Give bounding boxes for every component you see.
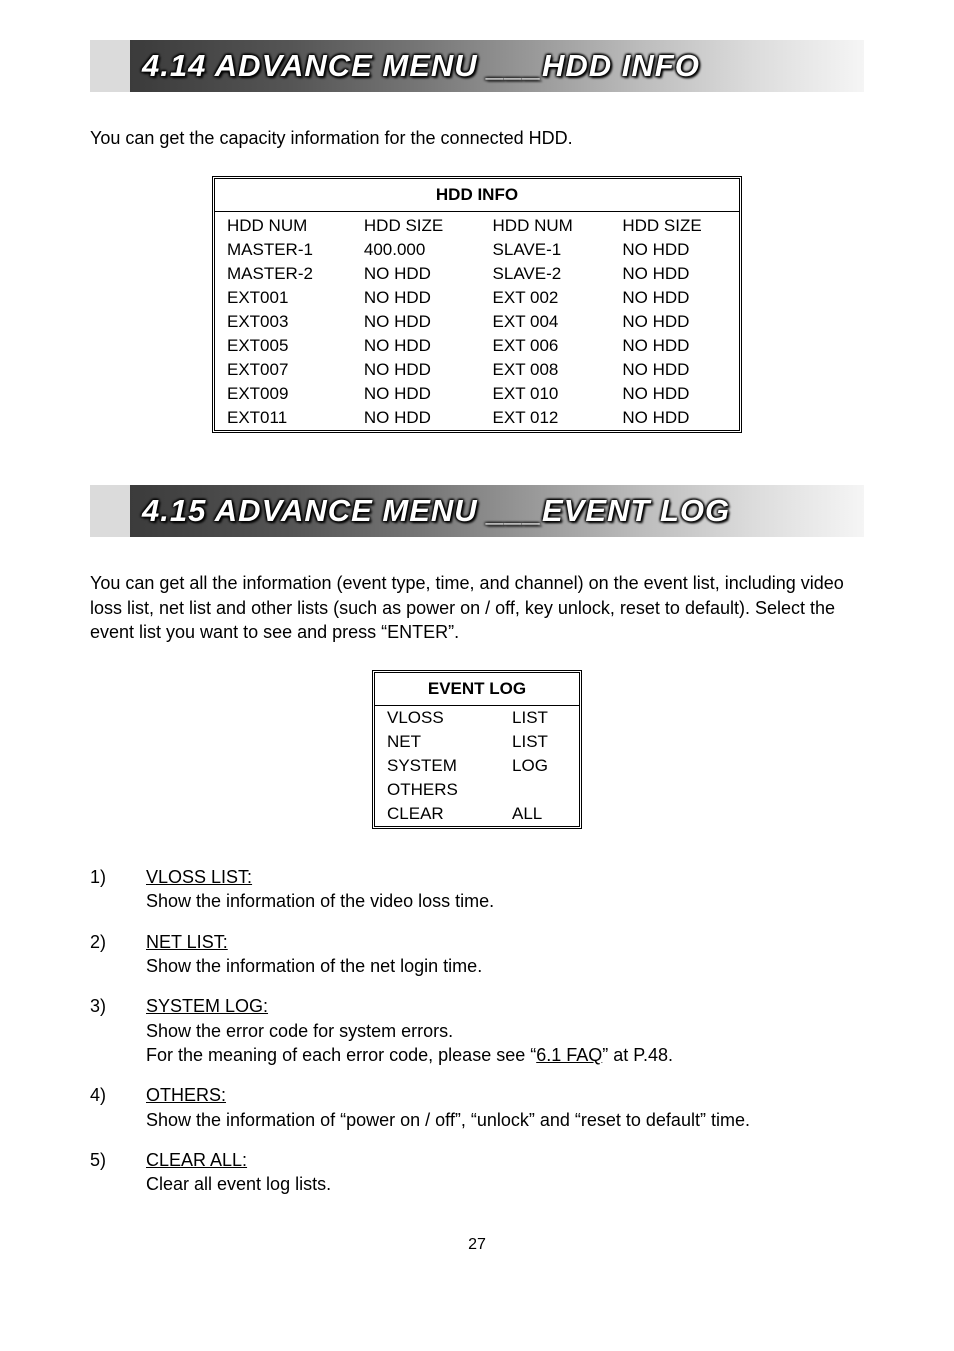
hdd-table-title: HDD INFO (215, 179, 739, 211)
table-row: MASTER-2NO HDDSLAVE-2NO HDD (215, 262, 739, 286)
cell: ALL (500, 802, 579, 826)
def-desc-post: ” at P.48. (602, 1045, 673, 1065)
cell: NO HDD (610, 286, 739, 310)
cell: NO HDD (610, 238, 739, 262)
cell: EXT005 (215, 334, 352, 358)
cell: LIST (500, 730, 579, 754)
cell: EXT007 (215, 358, 352, 382)
table-row: EXT003NO HDDEXT 004NO HDD (215, 310, 739, 334)
def-number: 1) (90, 865, 146, 914)
cell: EXT 012 (481, 406, 611, 430)
cell: EXT003 (215, 310, 352, 334)
cell: NO HDD (610, 310, 739, 334)
def-item-system: 3) SYSTEM LOG: Show the error code for s… (90, 994, 864, 1067)
cell: NO HDD (352, 262, 481, 286)
def-desc: Clear all event log lists. (146, 1174, 331, 1194)
def-term: NET LIST: (146, 932, 228, 952)
cell: 400.000 (352, 238, 481, 262)
cell: VLOSS (375, 706, 500, 730)
cell: EXT 002 (481, 286, 611, 310)
table-row: MASTER-1400.000SLAVE-1NO HDD (215, 238, 739, 262)
headline-text: 4.15 ADVANCE MENU ___EVENT LOG (90, 493, 730, 529)
cell: NO HDD (610, 262, 739, 286)
cell (500, 778, 579, 802)
table-row: NETLIST (375, 730, 579, 754)
hdd-col-header: HDD SIZE (610, 212, 739, 238)
def-desc: Show the information of the video loss t… (146, 891, 494, 911)
table-row: EXT011NO HDDEXT 012NO HDD (215, 406, 739, 430)
definitions-list: 1) VLOSS LIST: Show the information of t… (90, 865, 864, 1196)
def-item-vloss: 1) VLOSS LIST: Show the information of t… (90, 865, 864, 914)
def-number: 2) (90, 930, 146, 979)
cell: EXT011 (215, 406, 352, 430)
cell: NO HDD (352, 358, 481, 382)
cell: NO HDD (352, 406, 481, 430)
def-item-net: 2) NET LIST: Show the information of the… (90, 930, 864, 979)
def-term: SYSTEM LOG: (146, 996, 268, 1016)
def-item-others: 4) OTHERS: Show the information of “powe… (90, 1083, 864, 1132)
cell: NO HDD (610, 334, 739, 358)
section-heading-hdd-info: 4.14 ADVANCE MENU ___HDD INFO (90, 40, 864, 92)
cell: NO HDD (610, 358, 739, 382)
table-row: CLEARALL (375, 802, 579, 826)
hdd-col-header: HDD SIZE (352, 212, 481, 238)
cell: NO HDD (352, 310, 481, 334)
table-row: EXT005NO HDDEXT 006NO HDD (215, 334, 739, 358)
cell: EXT009 (215, 382, 352, 406)
cell: EXT 006 (481, 334, 611, 358)
hdd-info-table: HDD INFO HDD NUM HDD SIZE HDD NUM HDD SI… (212, 176, 742, 433)
intro-text-hdd: You can get the capacity information for… (90, 126, 864, 150)
cell: MASTER-2 (215, 262, 352, 286)
cell: SLAVE-2 (481, 262, 611, 286)
cell: EXT001 (215, 286, 352, 310)
hdd-col-header: HDD NUM (215, 212, 352, 238)
cell: MASTER-1 (215, 238, 352, 262)
cell: NO HDD (610, 382, 739, 406)
table-row: VLOSSLIST (375, 706, 579, 730)
intro-text-event: You can get all the information (event t… (90, 571, 864, 644)
cell: SLAVE-1 (481, 238, 611, 262)
table-row: OTHERS (375, 778, 579, 802)
def-term: VLOSS LIST: (146, 867, 252, 887)
page-number: 27 (90, 1236, 864, 1254)
cell: OTHERS (375, 778, 500, 802)
table-row: EXT001NO HDDEXT 002NO HDD (215, 286, 739, 310)
cell: EXT 004 (481, 310, 611, 334)
def-item-clear: 5) CLEAR ALL: Clear all event log lists. (90, 1148, 864, 1197)
hdd-col-header: HDD NUM (481, 212, 611, 238)
table-row: EXT009NO HDDEXT 010NO HDD (215, 382, 739, 406)
cell: NO HDD (610, 406, 739, 430)
table-row: SYSTEMLOG (375, 754, 579, 778)
section-heading-event-log: 4.15 ADVANCE MENU ___EVENT LOG (90, 485, 864, 537)
cell: CLEAR (375, 802, 500, 826)
def-number: 5) (90, 1148, 146, 1197)
def-desc: Show the error code for system errors. F… (146, 1021, 673, 1065)
headline-text: 4.14 ADVANCE MENU ___HDD INFO (90, 48, 700, 84)
def-desc: Show the information of the net login ti… (146, 956, 482, 976)
def-number: 3) (90, 994, 146, 1067)
faq-link: 6.1 FAQ (536, 1045, 602, 1065)
cell: NET (375, 730, 500, 754)
cell: NO HDD (352, 334, 481, 358)
def-desc-pre: Show the error code for system errors. F… (146, 1021, 536, 1065)
cell: LOG (500, 754, 579, 778)
cell: NO HDD (352, 286, 481, 310)
def-term: OTHERS: (146, 1085, 226, 1105)
table-row: EXT007NO HDDEXT 008NO HDD (215, 358, 739, 382)
def-term: CLEAR ALL: (146, 1150, 247, 1170)
cell: EXT 010 (481, 382, 611, 406)
cell: NO HDD (352, 382, 481, 406)
def-desc: Show the information of “power on / off”… (146, 1110, 750, 1130)
event-log-table: EVENT LOG VLOSSLIST NETLIST SYSTEMLOG OT… (372, 670, 582, 829)
cell: LIST (500, 706, 579, 730)
cell: SYSTEM (375, 754, 500, 778)
event-table-title: EVENT LOG (375, 673, 579, 705)
def-number: 4) (90, 1083, 146, 1132)
cell: EXT 008 (481, 358, 611, 382)
